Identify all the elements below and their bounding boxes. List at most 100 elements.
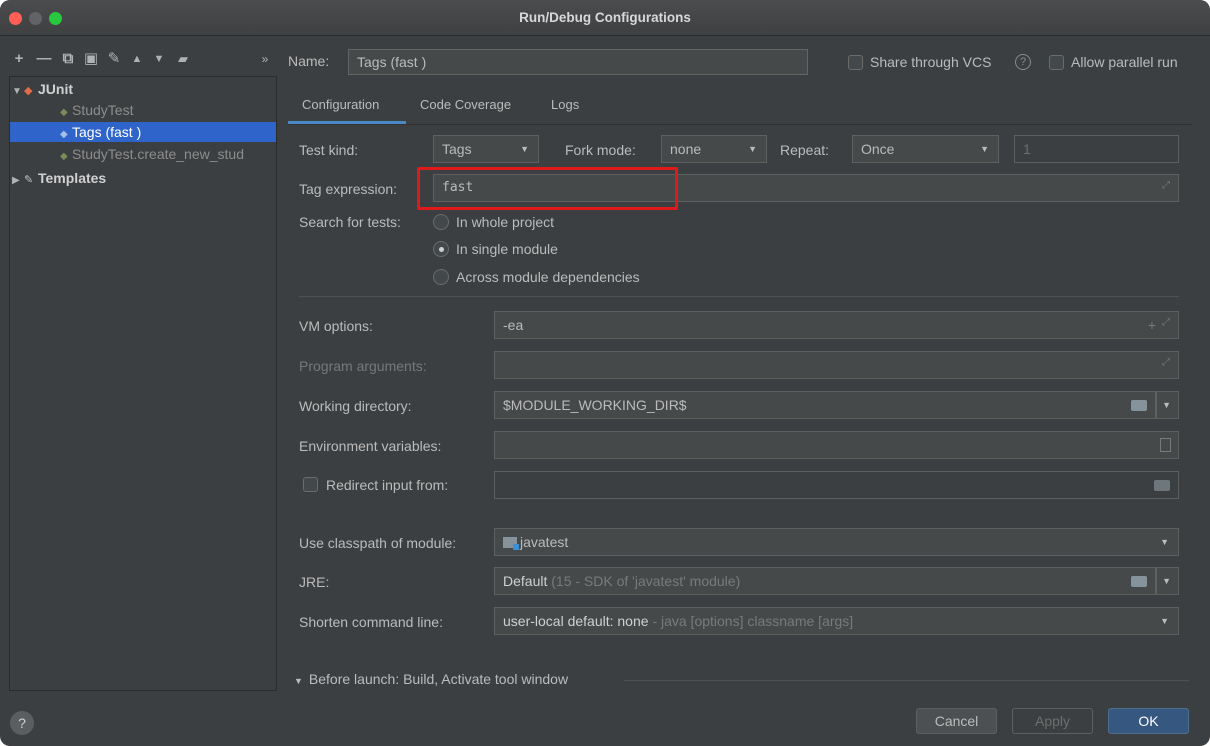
jre-dropdown[interactable]: ▼ [1156, 567, 1179, 595]
tree-item-tags-fast[interactable]: ◆ Tags (fast ) [10, 122, 276, 142]
fork-mode-label: Fork mode: [565, 142, 636, 158]
more-icon[interactable]: » [256, 50, 274, 68]
test-kind-value: Tags [442, 141, 472, 157]
folder-icon[interactable] [1131, 400, 1147, 411]
radio-whole-project-label: In whole project [456, 214, 555, 230]
chevron-down-icon: ▼ [1160, 616, 1169, 626]
configurations-tree: ▼ ◆ JUnit ◆ StudyTest ◆ Tags (fast ) ◆ StudyT… [9, 76, 277, 691]
radio-selected-dot [439, 247, 444, 252]
section-divider [299, 296, 1179, 297]
before-launch-toggle[interactable]: ▼ Before launch: Build, Activate tool win… [294, 671, 568, 687]
tree-item-label: StudyTest.create_new_stud [72, 146, 244, 162]
name-field[interactable]: Tags (fast ) [348, 49, 808, 75]
search-for-tests-label: Search for tests: [299, 214, 401, 230]
folder-icon[interactable] [1154, 480, 1170, 491]
expand-icon[interactable]: ⤢ [1162, 358, 1172, 368]
redirect-input-checkbox[interactable] [303, 477, 318, 492]
radio-module-dependencies[interactable] [433, 269, 449, 285]
apply-button[interactable]: Apply [1012, 708, 1093, 734]
tag-expression-label: Tag expression: [299, 181, 398, 197]
radio-module-dependencies-label: Across module dependencies [456, 269, 640, 285]
test-class-icon: ◆ [60, 107, 68, 118]
tree-item-junit[interactable]: ▼ ◆ JUnit [12, 79, 278, 99]
chevron-down-icon: ▼ [1162, 576, 1171, 586]
module-icon [503, 537, 519, 550]
chevron-down-icon: ▼ [1160, 537, 1169, 547]
help-button[interactable]: ? [10, 711, 34, 735]
shorten-command-line-label: Shorten command line: [299, 614, 443, 630]
tree-item-label: JUnit [38, 81, 73, 97]
save-icon[interactable]: ▣ [82, 50, 100, 68]
radio-whole-project[interactable] [433, 214, 449, 230]
remove-icon[interactable]: — [35, 50, 53, 68]
run-debug-configurations-window: Run/Debug Configurations + — ⧉ ▣ ✎ ▲ ▼ ▰… [0, 0, 1210, 746]
cancel-button[interactable]: Cancel [916, 708, 997, 734]
wrench-icon[interactable]: ✎ [105, 50, 123, 68]
program-arguments-field[interactable]: ⤢ [494, 351, 1179, 379]
wrench-icon: ✎ [24, 174, 34, 186]
tree-item-templates[interactable]: ▶ ✎ Templates [12, 168, 278, 188]
test-kind-select[interactable]: Tags ▼ [433, 135, 539, 163]
jre-field[interactable]: Default (15 - SDK of 'javatest' module) [494, 567, 1156, 595]
radio-single-module[interactable] [433, 241, 449, 257]
working-directory-dropdown[interactable]: ▼ [1156, 391, 1179, 419]
environment-variables-field[interactable] [494, 431, 1179, 459]
expand-icon[interactable]: ⤢ [1162, 318, 1172, 328]
chevron-down-icon: ▼ [520, 144, 529, 154]
shorten-command-line-select[interactable]: user-local default: none - java [options… [494, 607, 1179, 635]
tab-logs[interactable]: Logs [551, 97, 579, 112]
expand-caret-icon: ▼ [294, 676, 303, 686]
move-up-icon[interactable]: ▲ [128, 50, 146, 68]
plus-icon[interactable]: + [1148, 312, 1156, 338]
document-icon[interactable] [1160, 438, 1171, 452]
program-arguments-label: Program arguments: [299, 358, 427, 374]
jre-value-detail: (15 - SDK of 'javatest' module) [551, 573, 741, 589]
window-title: Run/Debug Configurations [519, 10, 691, 25]
test-kind-label: Test kind: [299, 142, 359, 158]
junit-icon: ◆ [24, 85, 33, 97]
help-circle-icon[interactable]: ? [1015, 54, 1031, 70]
expanded-caret-icon[interactable]: ▼ [12, 82, 24, 99]
collapsed-caret-icon[interactable]: ▶ [12, 171, 24, 188]
classpath-module-value: javatest [520, 534, 569, 550]
chevron-down-icon: ▼ [980, 144, 989, 154]
copy-icon[interactable]: ⧉ [59, 50, 77, 68]
working-directory-field[interactable]: $MODULE_WORKING_DIR$ [494, 391, 1156, 419]
share-vcs-label: Share through VCS [870, 54, 992, 70]
share-vcs-checkbox[interactable] [848, 55, 863, 70]
parallel-run-checkbox[interactable] [1049, 55, 1064, 70]
chevron-down-icon: ▼ [748, 144, 757, 154]
fork-mode-value: none [670, 141, 702, 157]
classpath-module-select[interactable]: javatest ▼ [494, 528, 1179, 556]
tree-item-studytest[interactable]: ◆ StudyTest [10, 100, 276, 120]
fork-mode-select[interactable]: none ▼ [661, 135, 767, 163]
tree-item-label: StudyTest [72, 102, 134, 118]
folder-icon[interactable]: ▰ [174, 50, 192, 68]
expand-icon[interactable]: ⤢ [1162, 181, 1172, 191]
working-directory-value: $MODULE_WORKING_DIR$ [503, 397, 687, 413]
before-launch-divider [624, 680, 1189, 681]
radio-single-module-label: In single module [456, 241, 558, 257]
tree-item-create-new-study[interactable]: ◆ StudyTest.create_new_stud [10, 144, 276, 164]
tab-configuration[interactable]: Configuration [302, 97, 379, 112]
classpath-module-label: Use classpath of module: [299, 535, 457, 551]
redirect-input-label: Redirect input from: [326, 477, 449, 493]
working-directory-label: Working directory: [299, 398, 412, 414]
tree-item-label: Tags (fast ) [72, 124, 142, 140]
before-launch-label: Before launch: Build, Activate tool wind… [308, 671, 569, 687]
ok-button[interactable]: OK [1108, 708, 1189, 734]
configurations-toolbar: + — ⧉ ▣ ✎ ▲ ▼ ▰ » [0, 44, 276, 76]
name-label: Name: [288, 53, 330, 69]
move-down-icon[interactable]: ▼ [150, 50, 168, 68]
tab-code-coverage[interactable]: Code Coverage [420, 97, 511, 112]
vm-options-field[interactable]: -ea + ⤢ [494, 311, 1179, 339]
jre-value-default: Default [503, 573, 548, 589]
highlight-annotation-box [417, 167, 678, 210]
repeat-count-field[interactable]: 1 [1014, 135, 1179, 163]
add-icon[interactable]: + [10, 50, 28, 68]
folder-icon[interactable] [1131, 576, 1147, 587]
title-bar: Run/Debug Configurations [0, 0, 1210, 36]
parallel-run-label: Allow parallel run [1071, 54, 1178, 70]
redirect-input-field[interactable] [494, 471, 1179, 499]
repeat-select[interactable]: Once ▼ [852, 135, 999, 163]
